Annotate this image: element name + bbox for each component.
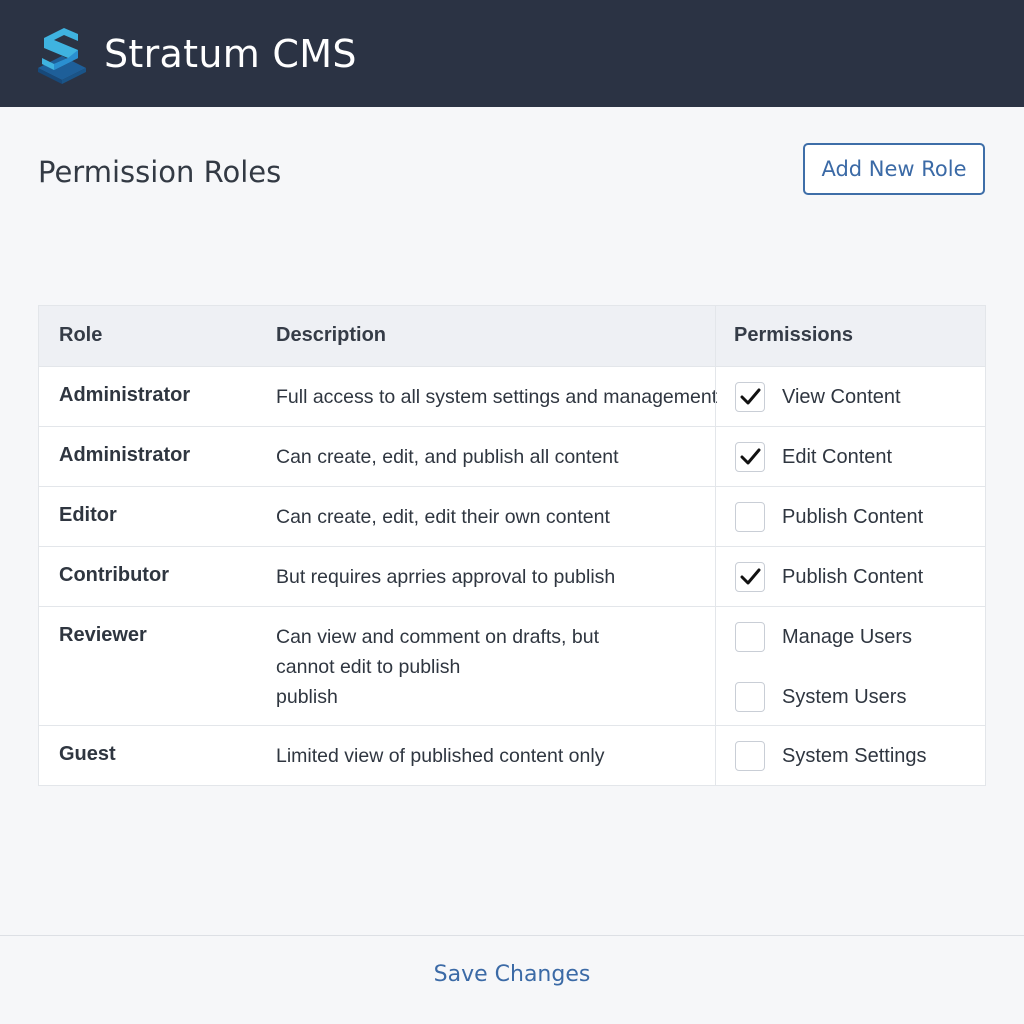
- permission-label: Publish Content: [782, 565, 924, 588]
- permission-checkbox[interactable]: [735, 622, 765, 652]
- checkmark-icon: [740, 568, 761, 585]
- column-header-description: Description: [276, 324, 387, 346]
- column-divider: [715, 306, 716, 785]
- stratum-logo-icon: [38, 28, 86, 84]
- permission-item: System Settings: [735, 741, 927, 771]
- save-changes-button[interactable]: Save Changes: [0, 962, 1024, 987]
- permission-checkbox[interactable]: [735, 502, 765, 532]
- permission-label: Manage Users: [782, 625, 913, 648]
- description-line: publish: [276, 686, 338, 708]
- permission-item: Edit Content: [735, 442, 892, 472]
- description-line: cannot edit to publish: [276, 656, 461, 678]
- permission-item: Publish Content: [735, 502, 923, 532]
- permission-label: Edit Content: [782, 445, 893, 468]
- permission-item: Manage Users: [735, 622, 912, 652]
- table-row: Administrator Full access to all system …: [39, 367, 985, 427]
- role-description: Can view and comment on drafts, but cann…: [276, 622, 599, 712]
- checkmark-icon: [740, 388, 761, 405]
- table-row: Contributor But requires aprries approva…: [39, 547, 985, 607]
- permission-item: View Content: [735, 382, 901, 412]
- permission-label: View Content: [782, 385, 901, 408]
- role-name: Guest: [59, 743, 116, 765]
- column-header-role: Role: [59, 324, 103, 346]
- role-description: Can create, edit, and publish all conten…: [276, 446, 619, 468]
- role-description: Full access to all system settings and m…: [276, 386, 718, 408]
- permission-checkbox[interactable]: [735, 382, 765, 412]
- permission-label: Publish Content: [782, 505, 924, 528]
- permission-checkbox[interactable]: [735, 562, 765, 592]
- permission-roles-table: Role Description Permissions Administrat…: [38, 305, 986, 786]
- table-row: Editor Can create, edit, edit their own …: [39, 487, 985, 547]
- table-row: Reviewer Can view and comment on drafts,…: [39, 607, 985, 726]
- permission-checkbox[interactable]: [735, 442, 765, 472]
- column-header-permissions: Permissions: [734, 324, 853, 346]
- role-description: Limited view of published content only: [276, 745, 605, 767]
- table-header: Role Description Permissions: [39, 306, 985, 367]
- page-title: Permission Roles: [38, 155, 282, 189]
- permission-label: System Settings: [782, 744, 927, 767]
- description-line: Can view and comment on drafts, but: [276, 626, 599, 648]
- add-new-role-button[interactable]: Add New Role: [803, 143, 985, 195]
- top-bar: Stratum CMS: [0, 0, 1024, 107]
- table-row: Administrator Can create, edit, and publ…: [39, 427, 985, 487]
- role-name: Administrator: [59, 384, 191, 406]
- checkmark-icon: [740, 448, 761, 465]
- table-row: Guest Limited view of published content …: [39, 726, 985, 785]
- role-name: Editor: [59, 504, 117, 526]
- permission-checkbox[interactable]: [735, 741, 765, 771]
- permission-item: System Users: [735, 682, 906, 712]
- footer-divider: [0, 935, 1024, 936]
- role-name: Administrator: [59, 444, 191, 466]
- role-description: But requires aprries approval to publish: [276, 566, 616, 588]
- permission-item: Publish Content: [735, 562, 923, 592]
- role-name: Contributor: [59, 564, 169, 586]
- role-name: Reviewer: [59, 624, 147, 646]
- permission-checkbox[interactable]: [735, 682, 765, 712]
- role-description: Can create, edit, edit their own content: [276, 506, 610, 528]
- permission-label: System Users: [782, 685, 907, 708]
- app-title: Stratum CMS: [104, 32, 357, 76]
